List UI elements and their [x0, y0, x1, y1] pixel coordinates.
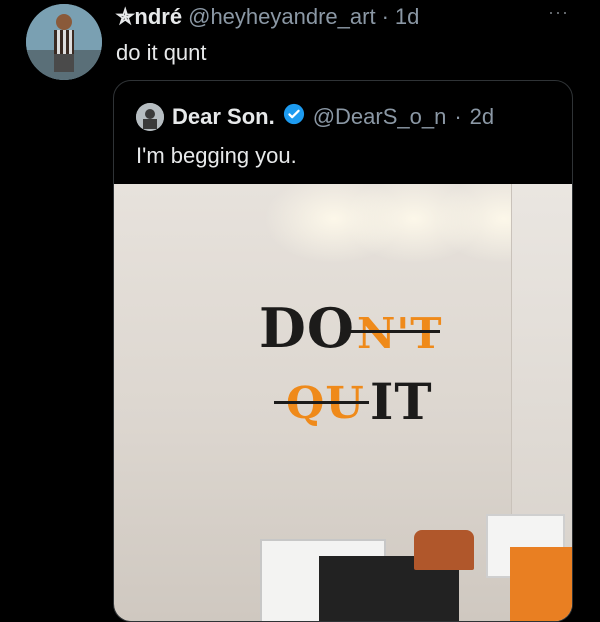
quoted-tweet-header: Dear Son. @DearS_o_n · 2d: [136, 103, 494, 131]
sign-do: DO: [259, 296, 355, 360]
tweet-age[interactable]: 1d: [395, 4, 419, 30]
strike-through-line: [274, 401, 369, 404]
meta-separator: ·: [381, 4, 389, 29]
quoted-meta-separator: ·: [454, 104, 462, 129]
more-options-icon[interactable]: ···: [548, 2, 569, 23]
quoted-tweet-text: I'm begging you.: [136, 143, 297, 168]
verified-badge-icon: [283, 103, 305, 131]
office-chair: [414, 530, 474, 570]
tweet-header: ✯ndré @heyheyandre_art · 1d: [116, 4, 419, 30]
quoted-author-name[interactable]: Dear Son.: [172, 104, 275, 130]
author-handle[interactable]: @heyheyandre_art: [188, 4, 375, 30]
author-name[interactable]: ✯ndré: [116, 4, 182, 30]
orange-cabinet: [510, 547, 572, 621]
quoted-tweet-photo[interactable]: DO N'T QU IT: [114, 184, 572, 621]
quoted-tweet-card[interactable]: Dear Son. @DearS_o_n · 2d I'm begging yo…: [113, 80, 573, 622]
author-avatar[interactable]: [26, 4, 102, 80]
quoted-author-handle[interactable]: @DearS_o_n: [313, 104, 447, 130]
tweet-text: do it qunt: [116, 40, 207, 65]
quoted-author-avatar: [136, 103, 164, 131]
sign-it: IT: [370, 372, 433, 431]
sign-nt: N'T: [357, 309, 443, 358]
strike-through-line: [350, 330, 440, 333]
quoted-tweet-age[interactable]: 2d: [470, 104, 494, 130]
